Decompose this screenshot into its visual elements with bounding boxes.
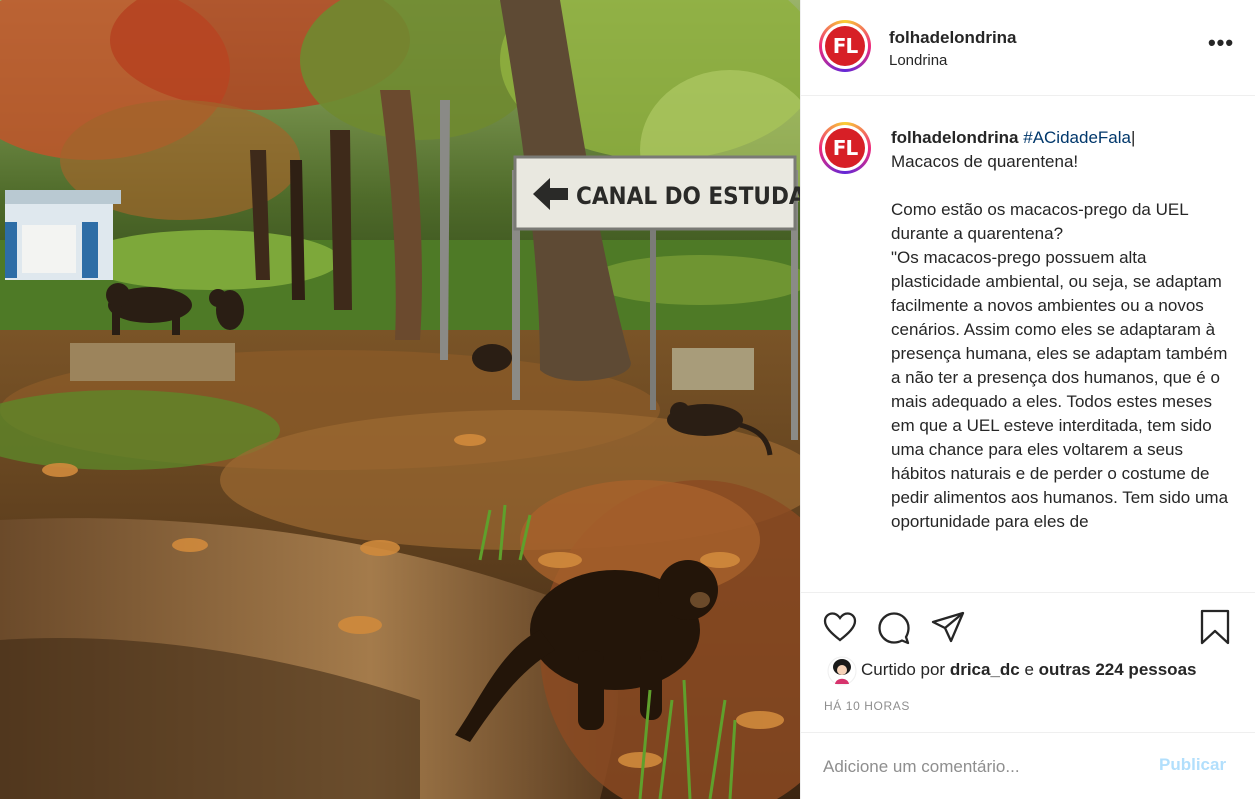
sign-text: CANAL DO ESTUDANTE: [576, 182, 800, 210]
avatar-logo: FL: [825, 26, 865, 66]
caption-scroll-area[interactable]: FL folhadelondrina #ACidadeFala| Macacos…: [801, 96, 1255, 593]
comment-icon[interactable]: [877, 611, 911, 645]
bookmark-icon[interactable]: [1199, 609, 1231, 645]
more-options-icon[interactable]: •••: [1201, 30, 1241, 66]
author-avatar[interactable]: FL: [819, 20, 871, 72]
heart-icon[interactable]: [823, 612, 857, 642]
post-caption: folhadelondrina #ACidadeFala| Macacos de…: [891, 126, 1231, 534]
share-icon[interactable]: [931, 611, 965, 643]
liker-avatar[interactable]: [827, 656, 857, 686]
likes-count-link[interactable]: outras 224 pessoas: [1039, 660, 1197, 679]
post-timestamp[interactable]: HÁ 10 HORAS: [824, 699, 910, 713]
post-location[interactable]: Londrina: [889, 52, 947, 69]
comment-input[interactable]: [823, 755, 1143, 779]
caption-avatar-logo: FL: [825, 128, 865, 168]
caption-text: Macacos de quarentena! Como estão os mac…: [891, 152, 1229, 531]
post-sidebar: FL folhadelondrina Londrina ••• FL folha…: [800, 0, 1255, 799]
author-username[interactable]: folhadelondrina: [889, 28, 1017, 48]
text-cursor: |: [1130, 128, 1136, 147]
likes-text: Curtido por drica_dc e outras 224 pessoa…: [861, 660, 1197, 679]
liker-username[interactable]: drica_dc: [950, 660, 1020, 679]
post-photo[interactable]: CANAL DO ESTUDANTE: [0, 0, 800, 799]
publish-button[interactable]: Publicar: [1159, 755, 1226, 775]
caption-avatar[interactable]: FL: [819, 122, 871, 174]
post-header: FL folhadelondrina Londrina •••: [801, 0, 1255, 96]
post-photo-illustration: CANAL DO ESTUDANTE: [0, 0, 800, 799]
comment-bar: Publicar: [801, 732, 1255, 799]
caption-hashtag[interactable]: #ACidadeFala: [1023, 128, 1131, 147]
action-bar: [801, 600, 1255, 652]
caption-username[interactable]: folhadelondrina: [891, 128, 1019, 147]
